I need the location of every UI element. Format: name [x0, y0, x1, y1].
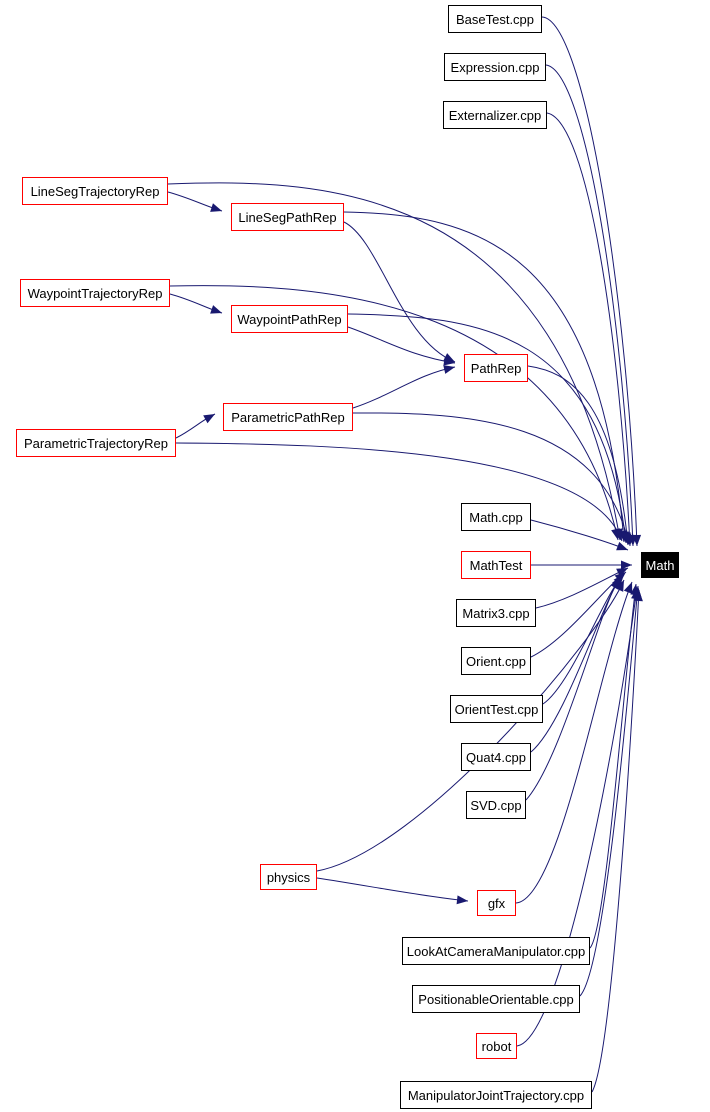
graph-node-math-cpp[interactable]: Math.cpp [461, 503, 531, 531]
graph-node-mathtest[interactable]: MathTest [461, 551, 531, 579]
graph-node-quat4-cpp[interactable]: Quat4.cpp [461, 743, 531, 771]
graph-node-expression-cpp[interactable]: Expression.cpp [444, 53, 546, 81]
graph-node-matrix3-cpp[interactable]: Matrix3.cpp [456, 599, 536, 627]
graph-node-physics[interactable]: physics [260, 864, 317, 890]
graph-node-label: WaypointPathRep [237, 311, 342, 327]
graph-node-parametricpathrep[interactable]: ParametricPathRep [223, 403, 353, 431]
graph-edge [316, 877, 469, 902]
graph-edge [541, 16, 638, 547]
graph-node-label: Orient.cpp [466, 653, 526, 669]
graph-node-parametrictrajectoryrep[interactable]: ParametricTrajectoryRep [16, 429, 176, 457]
graph-node-manipulatorjointtrajectory-cpp[interactable]: ManipulatorJointTrajectory.cpp [400, 1081, 592, 1109]
graph-edge [515, 581, 633, 904]
graph-node-label: Matrix3.cpp [462, 605, 530, 621]
graph-node-orient-cpp[interactable]: Orient.cpp [461, 647, 531, 675]
graph-edge-arrowhead [456, 895, 468, 905]
graph-node-label: Quat4.cpp [466, 749, 526, 765]
graph-node-pathrep[interactable]: PathRep [464, 354, 528, 382]
graph-edges-layer [167, 16, 643, 1093]
graph-edge [347, 326, 456, 364]
graph-node-label: Externalizer.cpp [448, 107, 542, 123]
graph-node-waypointpathrep[interactable]: WaypointPathRep [231, 305, 348, 333]
graph-node-positionableorientable-cpp[interactable]: PositionableOrientable.cpp [412, 985, 580, 1013]
graph-node-label: Math.cpp [469, 509, 523, 525]
graph-node-svd-cpp[interactable]: SVD.cpp [466, 791, 526, 819]
graph-node-label: PositionableOrientable.cpp [418, 991, 574, 1007]
graph-edge-arrowhead [210, 203, 222, 212]
graph-node-label: ManipulatorJointTrajectory.cpp [407, 1087, 585, 1103]
graph-node-label: LineSegPathRep [238, 209, 337, 225]
graph-node-label: ParametricTrajectoryRep [23, 435, 168, 451]
graph-node-gfx[interactable]: gfx [477, 890, 516, 916]
graph-edge [352, 366, 456, 409]
graph-edge [545, 64, 634, 547]
graph-node-label: MathTest [469, 557, 523, 573]
dependency-graph-canvas: BaseTest.cpp Expression.cpp Externalizer.c… [0, 0, 710, 1112]
graph-node-linesegpathrep[interactable]: LineSegPathRep [231, 203, 344, 231]
graph-node-lookatcameramanipulator-cpp[interactable]: LookAtCameraManipulator.cpp [402, 937, 590, 965]
graph-node-label: physics [266, 869, 311, 885]
graph-node-label: LookAtCameraManipulator.cpp [406, 943, 586, 959]
graph-node-label: WaypointTrajectoryRep [27, 285, 163, 301]
graph-node-label: SVD.cpp [470, 797, 522, 813]
graph-node-label: ParametricPathRep [231, 409, 345, 425]
graph-node-robot[interactable]: robot [476, 1033, 517, 1059]
graph-edge-arrowhead [210, 305, 222, 314]
graph-node-label: LineSegTrajectoryRep [30, 183, 160, 199]
graph-edge [167, 182, 621, 541]
graph-edge [591, 589, 640, 1093]
graph-node-basetest-cpp[interactable]: BaseTest.cpp [448, 5, 542, 33]
graph-node-linesegtrajectoryrep[interactable]: LineSegTrajectoryRep [22, 177, 168, 205]
graph-node-label: BaseTest.cpp [455, 11, 535, 27]
graph-edge [343, 221, 456, 363]
graph-node-math[interactable]: Math [641, 552, 679, 578]
graph-node-label: OrientTest.cpp [454, 701, 539, 717]
graph-node-label: PathRep [470, 360, 522, 376]
graph-node-externalizer-cpp[interactable]: Externalizer.cpp [443, 101, 547, 129]
graph-node-label: robot [481, 1038, 512, 1054]
graph-node-label: Expression.cpp [450, 59, 540, 75]
graph-node-waypointtrajectoryrep[interactable]: WaypointTrajectoryRep [20, 279, 170, 307]
graph-edge-arrowhead [203, 414, 215, 424]
graph-node-orienttest-cpp[interactable]: OrientTest.cpp [450, 695, 543, 723]
graph-node-label: gfx [487, 895, 506, 911]
graph-node-label: Math [645, 557, 675, 573]
